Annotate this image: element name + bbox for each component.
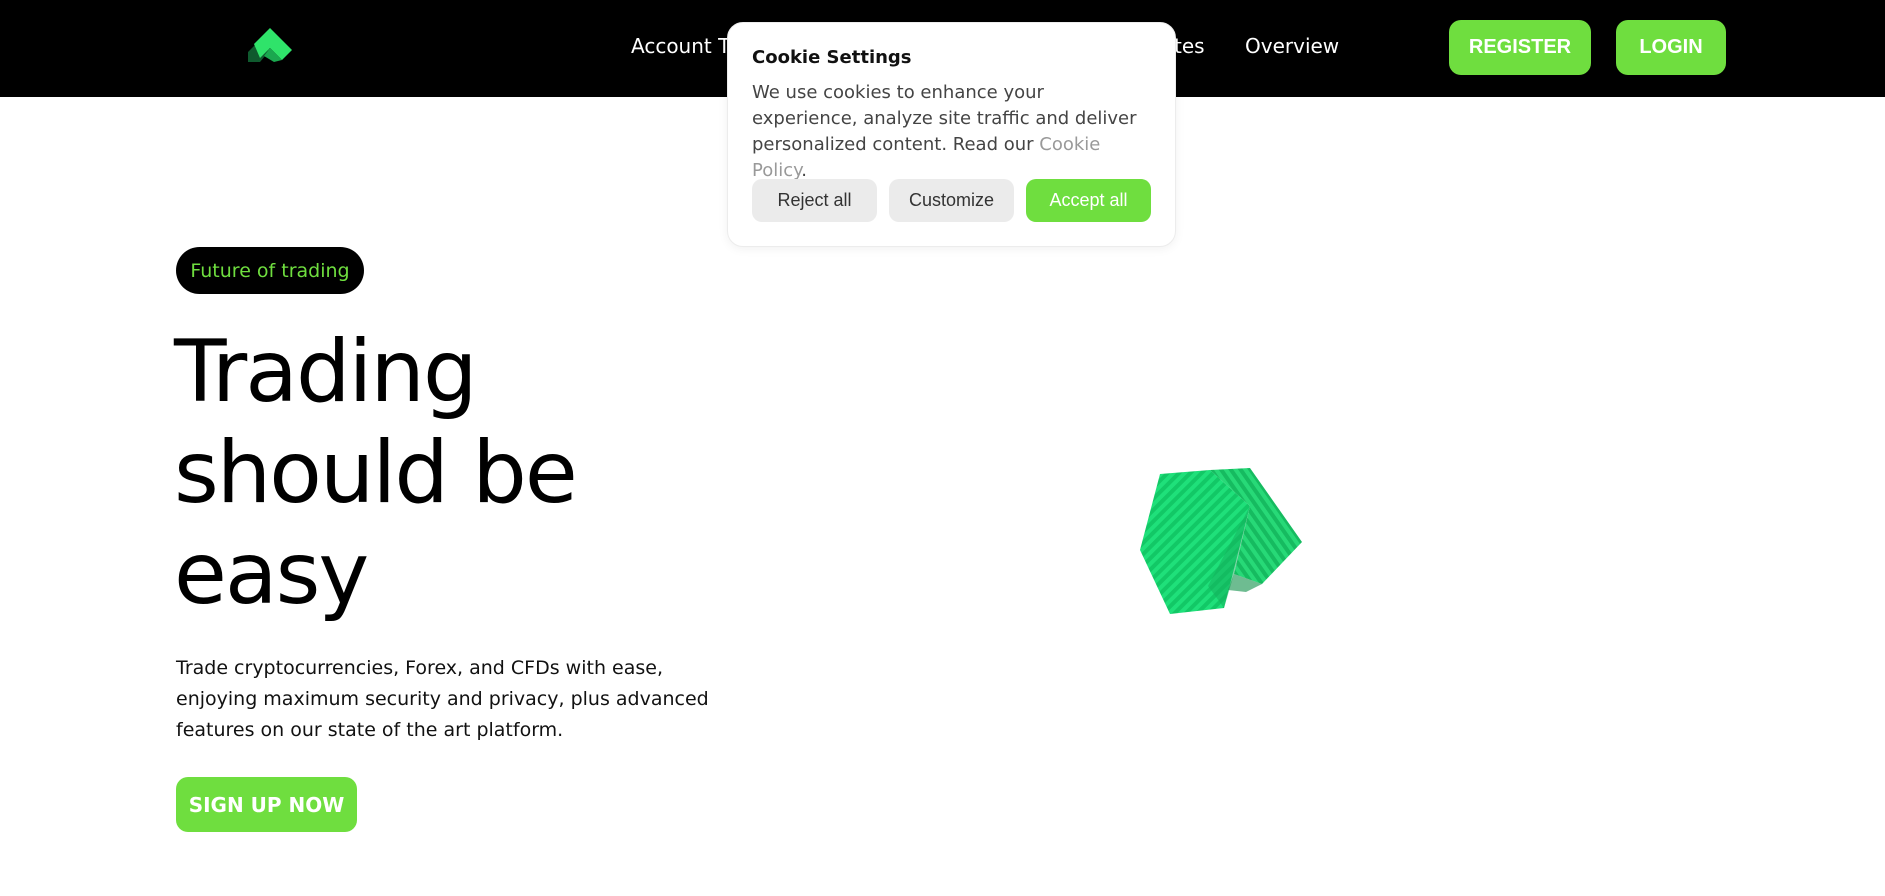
nav-link-account-types[interactable]: Account T [631, 34, 730, 58]
login-button[interactable]: LOGIN [1616, 20, 1726, 75]
reject-all-button[interactable]: Reject all [752, 179, 877, 222]
cookie-dialog-text: We use cookies to enhance your experienc… [752, 80, 1152, 184]
logo-icon[interactable] [246, 26, 294, 66]
hero-title: Trading should be easy [174, 322, 734, 625]
cube-graphic [1140, 468, 1302, 614]
hero-subtitle: Trade cryptocurrencies, Forex, and CFDs … [176, 657, 709, 741]
hero-title-line: easy [174, 524, 369, 624]
hero-badge: Future of trading [176, 247, 364, 294]
register-button[interactable]: REGISTER [1449, 20, 1591, 75]
nav-link-rates[interactable]: tes [1174, 34, 1205, 58]
cookie-text-period: . [801, 160, 807, 181]
customize-button[interactable]: Customize [889, 179, 1014, 222]
cookie-dialog-title: Cookie Settings [752, 47, 912, 68]
sign-up-now-button[interactable]: SIGN UP NOW [176, 777, 357, 832]
hero-title-line: Trading [174, 322, 478, 422]
cookie-settings-dialog: Cookie Settings We use cookies to enhanc… [727, 22, 1176, 247]
hero-title-line: should be [174, 423, 578, 523]
accept-all-button[interactable]: Accept all [1026, 179, 1151, 222]
nav-link-overview[interactable]: Overview [1245, 34, 1339, 58]
